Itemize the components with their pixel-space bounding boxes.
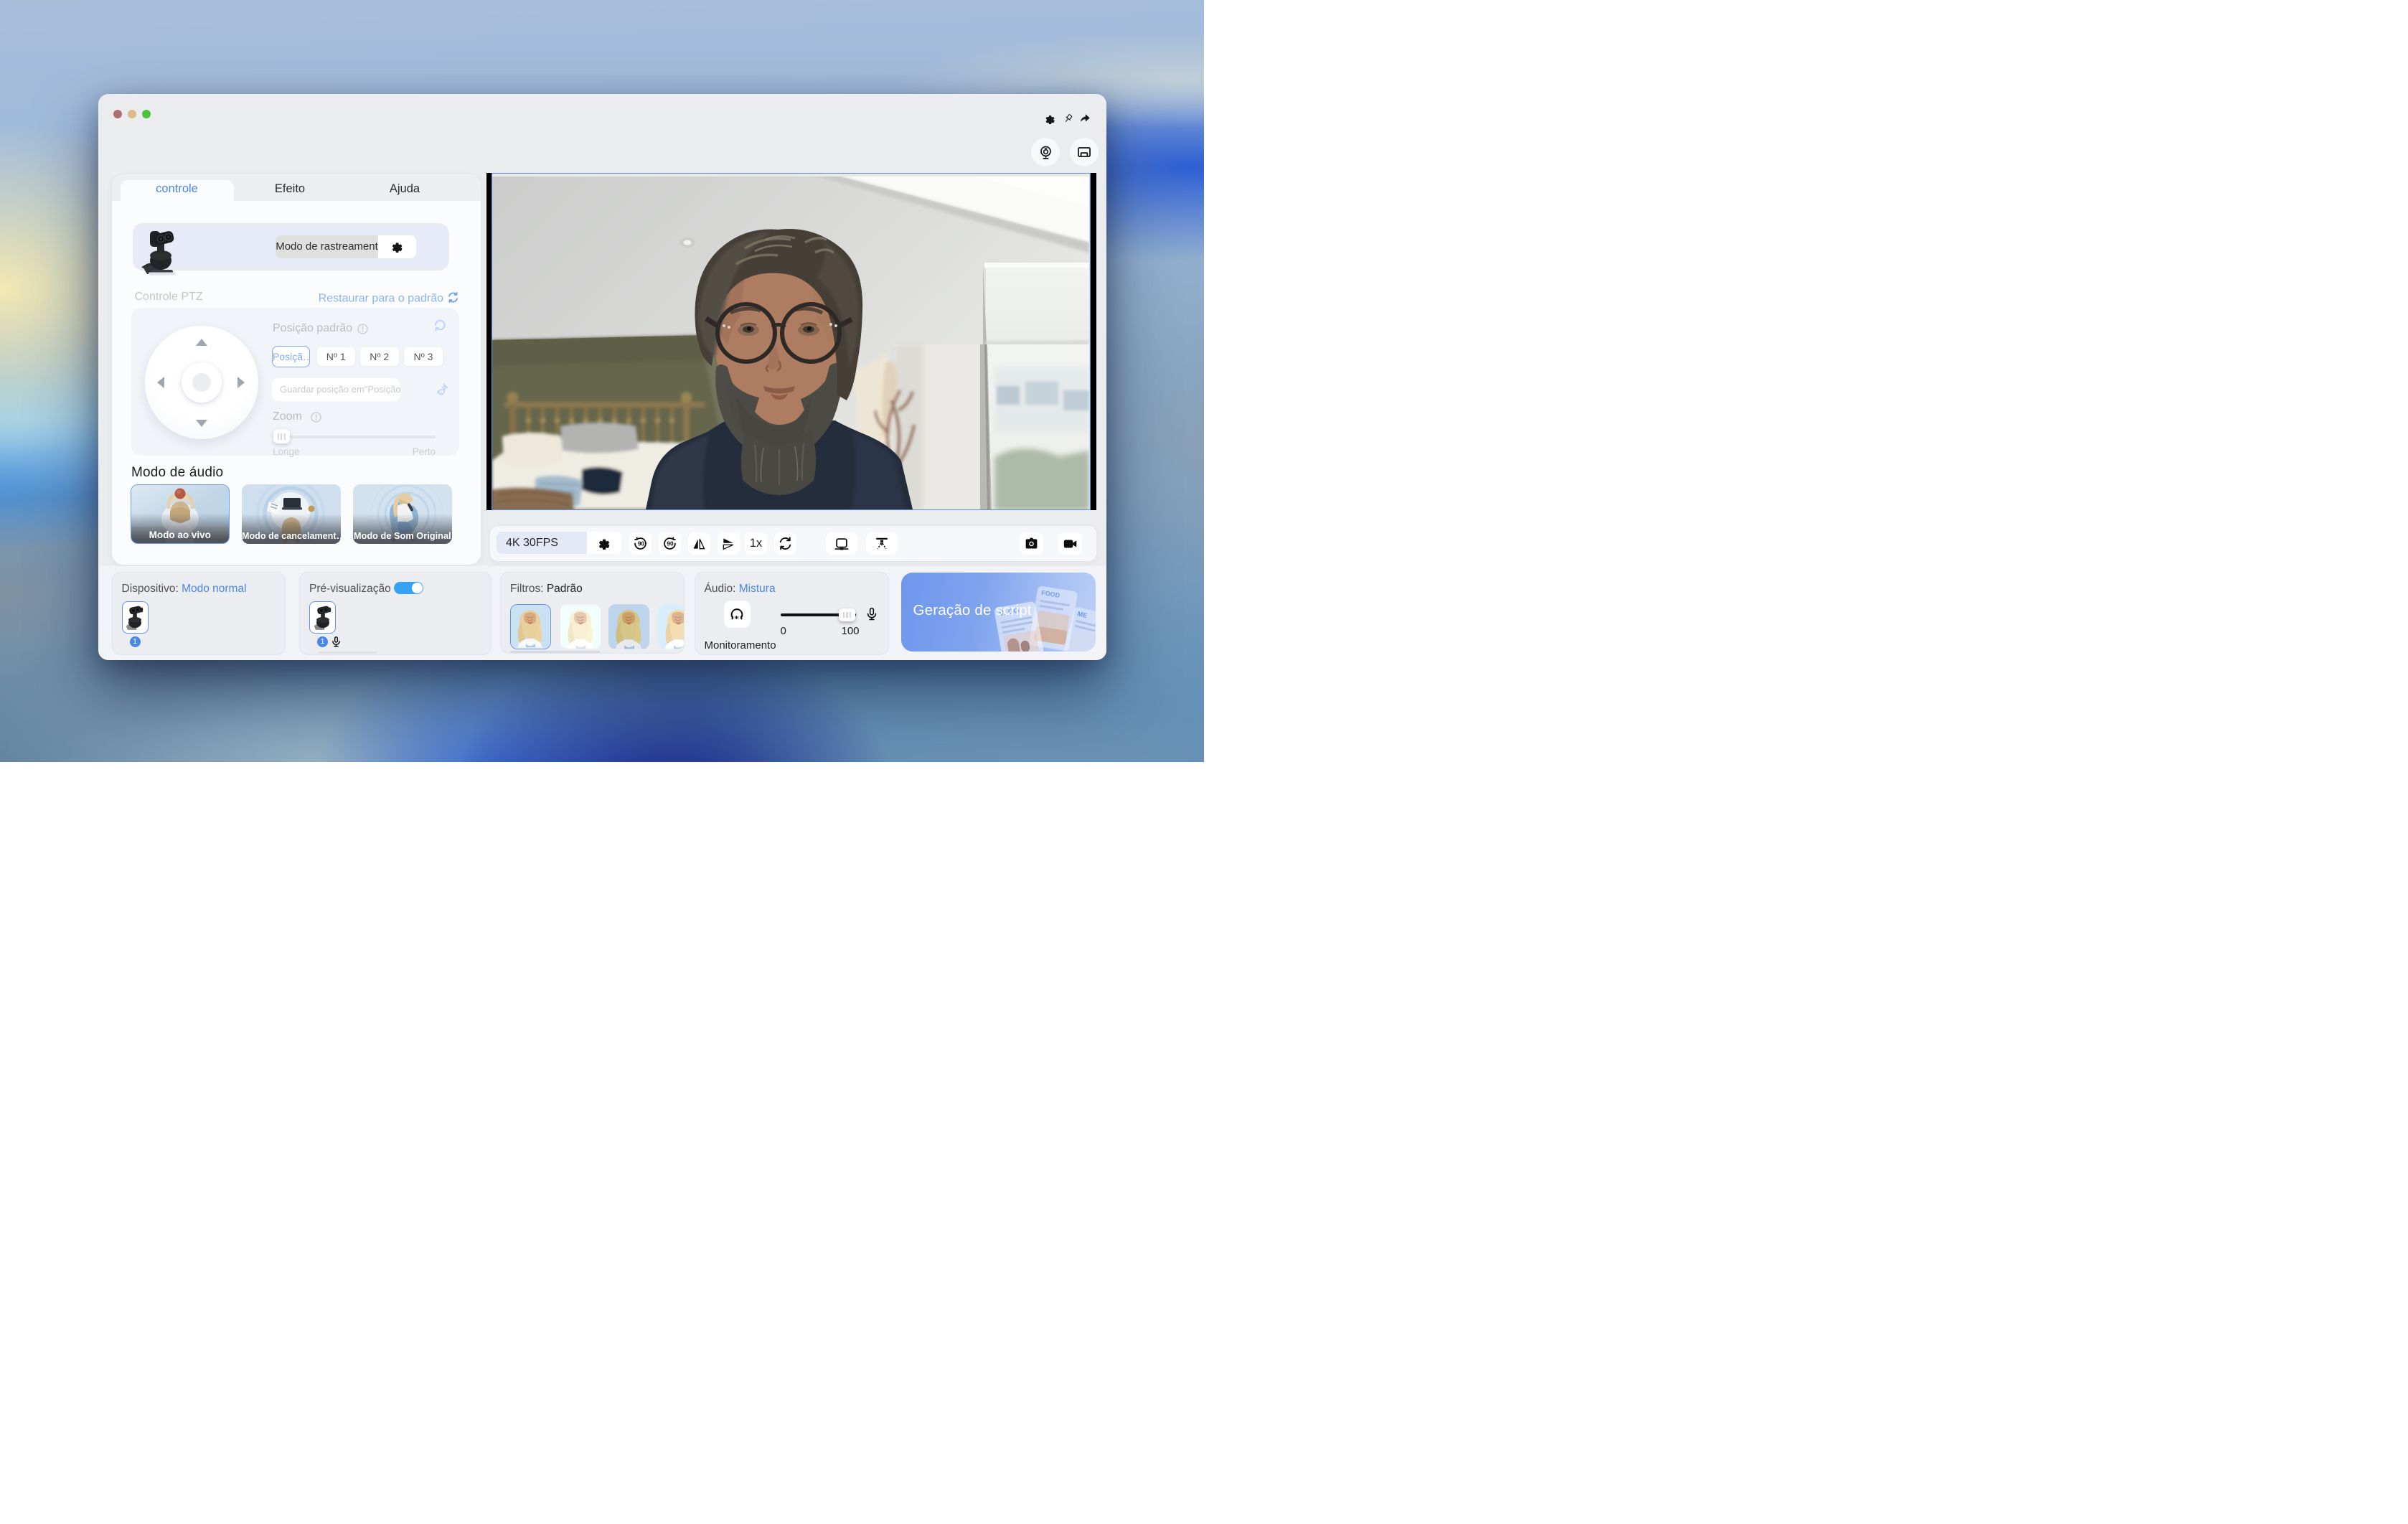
svg-text:90: 90 — [637, 540, 644, 547]
svg-text:90: 90 — [667, 540, 674, 547]
